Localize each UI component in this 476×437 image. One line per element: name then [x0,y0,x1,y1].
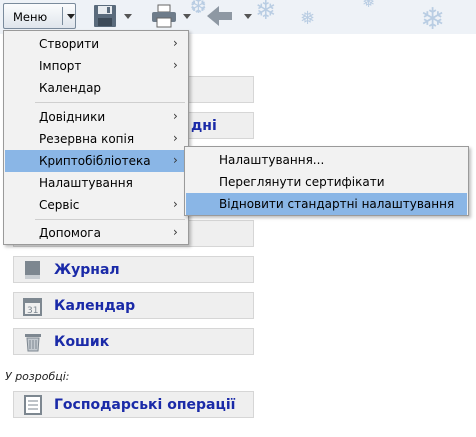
nav-button-label: Кошик [54,334,110,350]
menu-item-service[interactable]: Сервіс › [5,194,187,216]
menu-item-calendar[interactable]: Календар [5,77,187,99]
menu-item-settings[interactable]: Налаштування [5,172,187,194]
chevron-right-icon: › [173,58,178,72]
nav-button-label: Журнал [54,262,120,278]
snowflake-decoration: ❅ [362,0,376,11]
nav-button-journal[interactable]: Журнал [13,256,254,283]
chevron-right-icon: › [173,197,178,211]
nav-button-label: Календар [54,298,136,314]
chevron-down-icon[interactable] [67,14,75,19]
toolbar: ❄ ❅ ❆ ❄ ❅ Меню [0,0,476,34]
journal-book-icon [25,261,40,279]
document-icon [24,395,42,415]
svg-text:31: 31 [27,306,38,316]
nav-button-label: Господарські операції [54,397,236,413]
submenu-item-restore-defaults[interactable]: Відновити стандартні налаштування [186,193,467,215]
nav-button-business-operations[interactable]: Господарські операції [13,391,254,418]
chevron-right-icon: › [173,131,178,145]
chevron-right-icon: › [173,36,178,50]
print-dropdown-arrow[interactable] [183,14,191,19]
menu-item-directories[interactable]: Довідники › [5,106,187,128]
calendar-icon: 31 [23,298,42,316]
menu-separator [35,219,185,220]
menu-item-create[interactable]: Створити › [5,33,187,55]
submenu-item-settings[interactable]: Налаштування... [186,149,467,171]
chevron-right-icon: › [173,109,178,123]
main-menu-dropdown: Створити › Імпорт › Календар Довідники ›… [3,30,189,245]
crypto-library-submenu: Налаштування... Переглянути сертифікати … [184,146,469,216]
menu-item-help[interactable]: Допомога › [5,222,187,244]
submenu-item-view-certificates[interactable]: Переглянути сертифікати [186,171,467,193]
snowflake-decoration: ❄ [255,0,277,26]
section-label-in-development: У розробці: [5,370,70,383]
nav-button-calendar[interactable]: 31 Календар [13,292,254,319]
back-dropdown-arrow[interactable] [244,14,252,19]
chevron-right-icon: › [173,225,178,239]
snowflake-decoration: ❄ [420,2,446,34]
menu-separator [35,102,185,103]
nav-button-partial-label: дні [191,118,217,134]
menu-item-import[interactable]: Імпорт › [5,55,187,77]
menu-item-backup[interactable]: Резервна копія › [5,128,187,150]
save-icon[interactable] [91,4,119,28]
nav-button-trash[interactable]: Кошик [13,328,254,355]
snowflake-decoration: ❅ [300,8,316,29]
trash-bin-icon [25,334,41,352]
menu-button[interactable]: Меню [3,3,76,29]
save-dropdown-arrow[interactable] [124,14,132,19]
chevron-right-icon: › [173,153,178,167]
menu-item-crypto-library[interactable]: Криптобібліотека › [5,150,187,172]
print-icon[interactable] [150,4,178,28]
menu-button-label: Меню [13,10,48,24]
back-arrow-icon[interactable] [205,4,235,28]
